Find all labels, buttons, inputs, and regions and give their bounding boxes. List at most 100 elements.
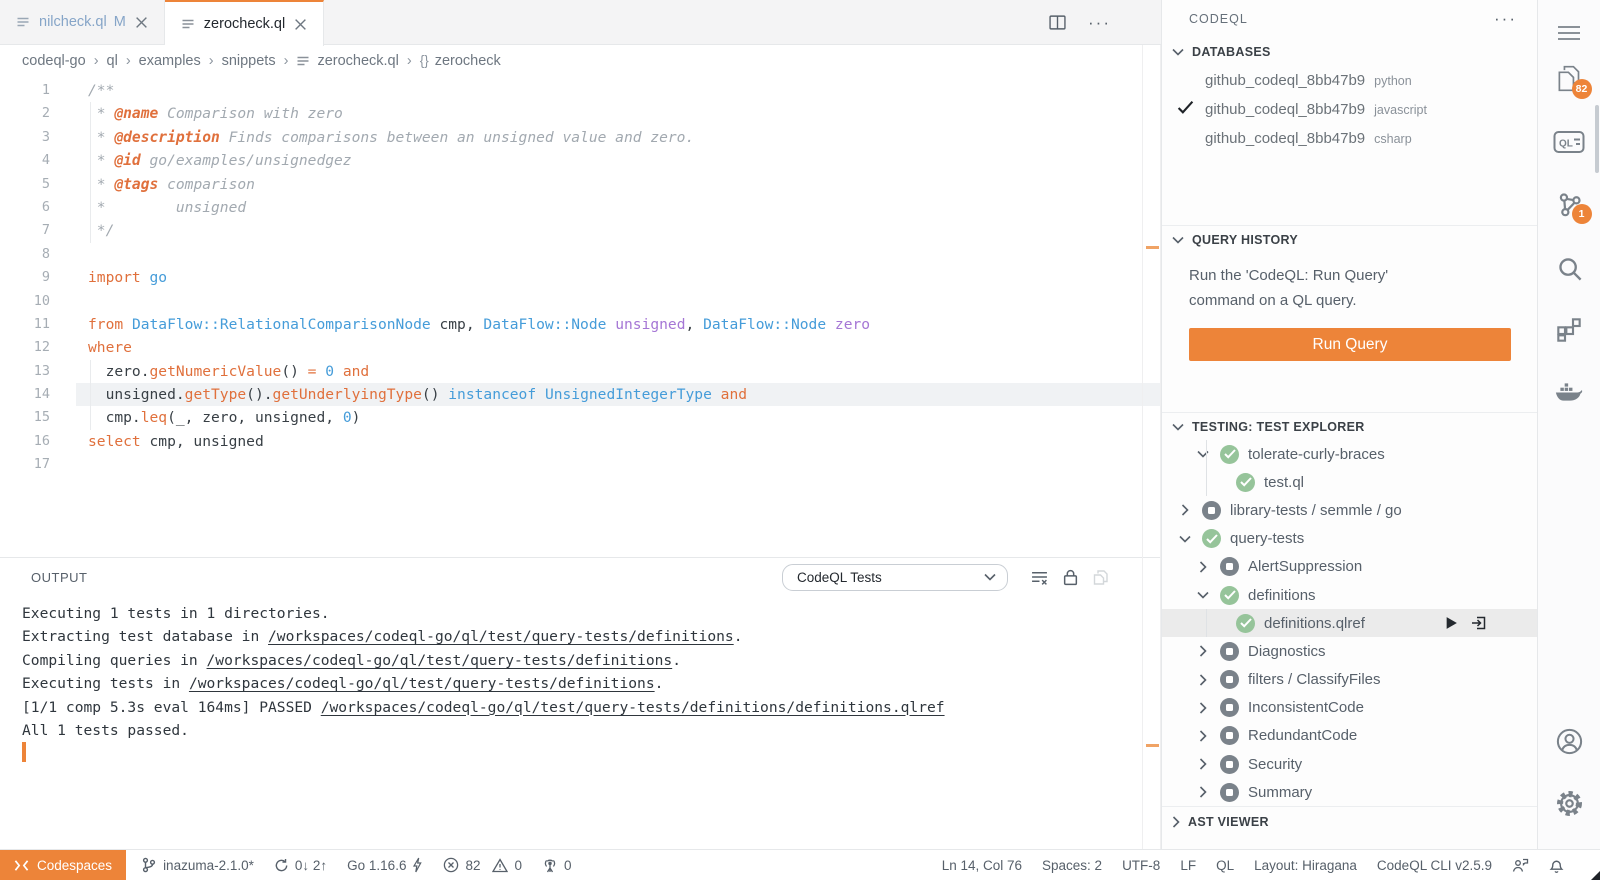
chevron-right-icon[interactable] [1196, 645, 1210, 657]
code-line-7[interactable]: 7 */ [0, 219, 1161, 242]
open-output-in-editor-icon[interactable] [1093, 569, 1109, 586]
chevron-right-icon[interactable] [1196, 702, 1210, 714]
test-tree-item-AlertSuppression[interactable]: AlertSuppression [1162, 553, 1537, 581]
database-item-python[interactable]: github_codeql_8bb47b9python [1162, 66, 1537, 95]
code-line-13[interactable]: 13 zero.getNumericValue() = 0 and [0, 360, 1161, 383]
code-line-9[interactable]: 9import go [0, 266, 1161, 289]
activity-bar-item-docker[interactable] [1538, 369, 1600, 415]
output-path-link[interactable]: /workspaces/codeql-go/ql/test/query-test… [268, 628, 734, 645]
status-go-version[interactable]: Go 1.16.6 [337, 850, 433, 880]
clear-output-icon[interactable] [1031, 569, 1048, 586]
split-editor-icon[interactable] [1049, 15, 1066, 30]
code-line-17[interactable]: 17 [0, 453, 1161, 476]
status-codespaces[interactable]: Codespaces [0, 850, 126, 880]
go-to-test-icon[interactable] [1471, 615, 1487, 631]
sidebar-more-actions-icon[interactable]: ··· [1494, 9, 1517, 29]
activity-bar-item-settings[interactable] [1538, 780, 1600, 826]
code-line-6[interactable]: 6 * unsigned [0, 196, 1161, 219]
test-tree-item-tolerate-curly-braces[interactable]: tolerate-curly-braces [1162, 440, 1537, 468]
status-cursor-position[interactable]: Ln 14, Col 76 [932, 850, 1032, 880]
section-header-test-explorer[interactable]: TESTING: TEST EXPLORER [1162, 412, 1537, 440]
code-line-3[interactable]: 3 * @description Finds comparisons betwe… [0, 126, 1161, 149]
test-tree-item-test.ql[interactable]: test.ql [1162, 468, 1537, 496]
chevron-right-icon[interactable] [1196, 786, 1210, 798]
code-editor[interactable]: 1/**2 * @name Comparison with zero3 * @d… [0, 76, 1161, 557]
database-item-csharp[interactable]: github_codeql_8bb47b9csharp [1162, 124, 1537, 153]
test-tree-item-definitions[interactable]: definitions [1162, 581, 1537, 609]
output-path-link[interactable]: /workspaces/codeql-go/ql/test/query-test… [189, 675, 655, 692]
status-problems[interactable]: 820 [433, 850, 532, 880]
status-language-mode[interactable]: QL [1206, 850, 1244, 880]
run-query-button[interactable]: Run Query [1189, 328, 1511, 361]
test-tree-item-definitions.qlref[interactable]: definitions.qlref [1162, 609, 1537, 637]
breadcrumb-symbol[interactable]: zerocheck [435, 53, 501, 69]
status-git-branch[interactable]: inazuma-2.1.0* [131, 850, 264, 880]
chevron-right-icon[interactable] [1196, 561, 1210, 573]
breadcrumb-item[interactable]: ql [107, 53, 118, 69]
bolt-icon [412, 857, 423, 873]
code-line-11[interactable]: 11from DataFlow::RelationalComparisonNod… [0, 313, 1161, 336]
status-feedback[interactable] [1502, 850, 1539, 880]
chevron-down-icon[interactable] [1178, 535, 1192, 543]
status-indentation[interactable]: Spaces: 2 [1032, 850, 1112, 880]
status-notifications[interactable] [1539, 850, 1574, 880]
test-tree-item-Security[interactable]: Security [1162, 750, 1537, 778]
breadcrumb-item[interactable]: snippets [222, 53, 276, 69]
activity-bar-item-account[interactable] [1538, 718, 1600, 764]
code-line-14[interactable]: 14 unsigned.getType().getUnderlyingType(… [0, 383, 1161, 406]
section-header-databases[interactable]: DATABASES [1162, 38, 1537, 66]
breadcrumb-item[interactable]: codeql-go [22, 53, 86, 69]
code-line-8[interactable]: 8 [0, 243, 1161, 266]
activity-bar-item-extensions[interactable] [1538, 307, 1600, 353]
chevron-right-icon[interactable] [1196, 730, 1210, 742]
status-layout[interactable]: Layout: Hiragana [1244, 850, 1367, 880]
run-test-icon[interactable] [1445, 616, 1458, 630]
lock-icon[interactable] [1063, 569, 1078, 586]
test-tree-item-Diagnostics[interactable]: Diagnostics [1162, 637, 1537, 665]
status-sync[interactable]: 0↓ 2↑ [264, 850, 337, 880]
test-tree-item-query-tests[interactable]: query-tests [1162, 525, 1537, 553]
section-header-ast-viewer[interactable]: AST VIEWER [1162, 806, 1537, 836]
databases-list: github_codeql_8bb47b9pythongithub_codeql… [1162, 66, 1537, 153]
activity-bar-item-menu[interactable] [1538, 10, 1600, 56]
chevron-down-icon[interactable] [1196, 450, 1210, 458]
activity-bar-item-codeql[interactable]: QL [1538, 119, 1600, 165]
activity-bar-item-source-graph[interactable]: 1 [1538, 181, 1600, 227]
code-line-10[interactable]: 10 [0, 290, 1161, 313]
chevron-right-icon[interactable] [1196, 758, 1210, 770]
chevron-down-icon[interactable] [1196, 591, 1210, 599]
output-path-link[interactable]: /workspaces/codeql-go/ql/test/query-test… [321, 699, 945, 716]
chevron-right-icon[interactable] [1178, 504, 1192, 516]
tab-zerocheck.ql[interactable]: zerocheck.ql [165, 0, 324, 46]
database-item-javascript[interactable]: github_codeql_8bb47b9javascript [1162, 95, 1537, 124]
output-channel-select[interactable]: CodeQL Tests [782, 564, 1008, 591]
test-tree-item-InconsistentCode[interactable]: InconsistentCode [1162, 694, 1537, 722]
code-line-15[interactable]: 15 cmp.leq(_, zero, unsigned, 0) [0, 406, 1161, 429]
code-line-4[interactable]: 4 * @id go/examples/unsignedgez [0, 149, 1161, 172]
close-icon[interactable] [294, 18, 307, 31]
breadcrumb-item[interactable]: examples [139, 53, 201, 69]
code-line-1[interactable]: 1/** [0, 79, 1161, 102]
status-ports[interactable]: 0 [532, 850, 582, 880]
tab-nilcheck.ql[interactable]: nilcheck.qlM [0, 0, 165, 44]
test-tree-item-filters-ClassifyFiles[interactable]: filters / ClassifyFiles [1162, 666, 1537, 694]
section-header-query-history[interactable]: QUERY HISTORY [1162, 225, 1537, 253]
status-encoding[interactable]: UTF-8 [1112, 850, 1170, 880]
code-line-5[interactable]: 5 * @tags comparison [0, 173, 1161, 196]
editor-more-actions-icon[interactable]: ··· [1088, 13, 1111, 33]
code-line-12[interactable]: 12where [0, 336, 1161, 359]
test-tree-item-library-tests-semmle-go[interactable]: library-tests / semmle / go [1162, 496, 1537, 524]
status-eol[interactable]: LF [1170, 850, 1206, 880]
activity-bar-item-explorer[interactable]: 82 [1538, 55, 1600, 101]
test-tree-item-RedundantCode[interactable]: RedundantCode [1162, 722, 1537, 750]
code-line-16[interactable]: 16select cmp, unsigned [0, 430, 1161, 453]
chevron-right-icon[interactable] [1196, 674, 1210, 686]
output-path-link[interactable]: /workspaces/codeql-go/ql/test/query-test… [207, 652, 673, 669]
status-codeql-cli[interactable]: CodeQL CLI v2.5.9 [1367, 850, 1502, 880]
test-tree-item-Summary[interactable]: Summary [1162, 778, 1537, 806]
close-icon[interactable] [135, 16, 148, 29]
activity-bar-item-search[interactable] [1538, 245, 1600, 291]
breadcrumb-file[interactable]: zerocheck.ql [317, 53, 398, 69]
breadcrumb-separator: › [407, 53, 412, 69]
code-line-2[interactable]: 2 * @name Comparison with zero [0, 102, 1161, 125]
